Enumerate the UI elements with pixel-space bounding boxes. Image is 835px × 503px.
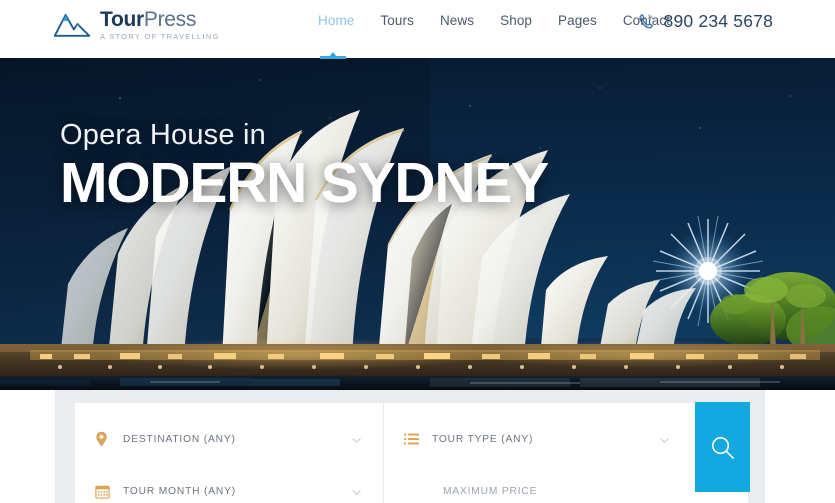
destination-select[interactable]: DESTINATION (ANY) xyxy=(75,417,383,461)
chevron-down-icon xyxy=(352,490,361,495)
hero-banner: Opera House in MODERN SYDNEY xyxy=(0,58,835,390)
nav-item-home[interactable]: Home xyxy=(305,13,367,28)
chevron-down-icon xyxy=(352,438,361,443)
logo-title-bold: Tour xyxy=(100,7,144,31)
list-icon xyxy=(404,433,421,446)
band-gutter-left xyxy=(0,390,55,503)
destination-label: DESTINATION (ANY) xyxy=(123,433,236,445)
active-nav-indicator xyxy=(320,52,346,59)
hero-subtitle: Opera House in xyxy=(60,119,266,151)
tour-month-label: TOUR MONTH (ANY) xyxy=(123,485,237,497)
tour-search-panel: DESTINATION (ANY) TOUR MONTH (ANY) TOUR … xyxy=(75,403,748,503)
tour-type-select[interactable]: TOUR TYPE (ANY) xyxy=(384,417,691,461)
nav-item-shop[interactable]: Shop xyxy=(487,13,545,28)
search-icon xyxy=(712,436,734,459)
logo-text: TourPress A STORY OF TRAVELLING xyxy=(100,8,221,40)
calendar-icon xyxy=(95,484,112,499)
logo-title-light: Press xyxy=(143,7,197,31)
tour-month-select[interactable]: TOUR MONTH (ANY) xyxy=(75,469,383,503)
mountain-icon xyxy=(53,13,91,37)
hero-title: MODERN SYDNEY xyxy=(60,150,549,215)
site-header: TourPress A STORY OF TRAVELLING Home Tou… xyxy=(0,0,835,58)
main-navigation: Home Tours News Shop Pages Contact xyxy=(305,13,683,28)
maximum-price-input[interactable]: MAXIMUM PRICE xyxy=(384,469,691,503)
band-gutter-right xyxy=(765,390,835,503)
logo-title: TourPress xyxy=(100,9,221,30)
phone-icon xyxy=(639,14,653,29)
hero-copy: Opera House in MODERN SYDNEY xyxy=(60,119,549,215)
header-phone[interactable]: 890 234 5678 xyxy=(637,11,773,32)
nav-item-pages[interactable]: Pages xyxy=(545,13,610,28)
site-logo[interactable]: TourPress A STORY OF TRAVELLING xyxy=(52,7,221,41)
tour-type-label: TOUR TYPE (ANY) xyxy=(432,433,534,445)
chevron-down-icon xyxy=(660,438,669,443)
tourpress-homepage: TourPress A STORY OF TRAVELLING Home Tou… xyxy=(0,0,835,503)
nav-item-tours[interactable]: Tours xyxy=(367,13,427,28)
hero-photo-sydney-opera-house xyxy=(0,58,835,390)
nav-item-news[interactable]: News xyxy=(427,13,487,28)
logo-tagline: A STORY OF TRAVELLING xyxy=(100,31,220,41)
search-column-right: TOUR TYPE (ANY) MAXIMUM PRICE xyxy=(383,403,691,503)
search-submit-button[interactable] xyxy=(695,402,750,492)
phone-number: 890 234 5678 xyxy=(663,11,773,31)
maximum-price-placeholder: MAXIMUM PRICE xyxy=(443,485,538,497)
tour-search-band: DESTINATION (ANY) TOUR MONTH (ANY) TOUR … xyxy=(55,390,765,503)
search-column-left: DESTINATION (ANY) TOUR MONTH (ANY) xyxy=(75,403,383,503)
map-pin-icon xyxy=(95,431,112,447)
